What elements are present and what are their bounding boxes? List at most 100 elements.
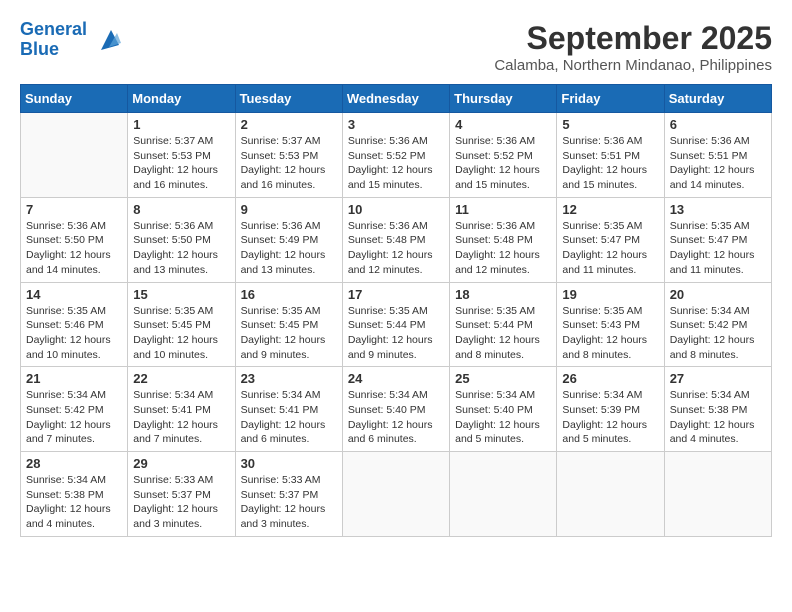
- day-info: Sunrise: 5:35 AMSunset: 5:43 PMDaylight:…: [562, 304, 658, 363]
- logo: General Blue: [20, 20, 121, 60]
- day-info: Sunrise: 5:34 AMSunset: 5:38 PMDaylight:…: [26, 473, 122, 532]
- weekday-header-row: SundayMondayTuesdayWednesdayThursdayFrid…: [21, 85, 772, 113]
- weekday-header: Wednesday: [342, 85, 449, 113]
- day-number: 5: [562, 117, 658, 132]
- calendar-cell: 11 Sunrise: 5:36 AMSunset: 5:48 PMDayligh…: [450, 197, 557, 282]
- calendar-cell: 13 Sunrise: 5:35 AMSunset: 5:47 PMDayligh…: [664, 197, 771, 282]
- calendar-cell: 23 Sunrise: 5:34 AMSunset: 5:41 PMDayligh…: [235, 367, 342, 452]
- calendar-cell: 18 Sunrise: 5:35 AMSunset: 5:44 PMDayligh…: [450, 282, 557, 367]
- day-info: Sunrise: 5:36 AMSunset: 5:52 PMDaylight:…: [455, 134, 551, 193]
- day-number: 3: [348, 117, 444, 132]
- day-number: 15: [133, 287, 229, 302]
- day-number: 1: [133, 117, 229, 132]
- weekday-header: Saturday: [664, 85, 771, 113]
- calendar-table: SundayMondayTuesdayWednesdayThursdayFrid…: [20, 84, 772, 537]
- weekday-header: Thursday: [450, 85, 557, 113]
- calendar-cell: 28 Sunrise: 5:34 AMSunset: 5:38 PMDayligh…: [21, 452, 128, 537]
- day-info: Sunrise: 5:35 AMSunset: 5:44 PMDaylight:…: [455, 304, 551, 363]
- weekday-header: Monday: [128, 85, 235, 113]
- title-area: September 2025 Calamba, Northern Mindana…: [494, 20, 772, 74]
- calendar-cell: 3 Sunrise: 5:36 AMSunset: 5:52 PMDaylight…: [342, 113, 449, 198]
- calendar-cell: 1 Sunrise: 5:37 AMSunset: 5:53 PMDaylight…: [128, 113, 235, 198]
- calendar-cell: 29Sunrise: 5:33 AMSunset: 5:37 PMDayligh…: [128, 452, 235, 537]
- calendar-cell: 20 Sunrise: 5:34 AMSunset: 5:42 PMDayligh…: [664, 282, 771, 367]
- logo-icon: [91, 25, 121, 55]
- calendar-cell: 22 Sunrise: 5:34 AMSunset: 5:41 PMDayligh…: [128, 367, 235, 452]
- weekday-header: Sunday: [21, 85, 128, 113]
- calendar-cell: [21, 113, 128, 198]
- day-info: Sunrise: 5:37 AMSunset: 5:53 PMDaylight:…: [133, 134, 229, 193]
- day-number: 23: [241, 371, 337, 386]
- day-number: 13: [670, 202, 766, 217]
- day-info: Sunrise: 5:35 AMSunset: 5:47 PMDaylight:…: [562, 219, 658, 278]
- calendar-cell: 8 Sunrise: 5:36 AMSunset: 5:50 PMDaylight…: [128, 197, 235, 282]
- calendar-cell: 9Sunrise: 5:36 AMSunset: 5:49 PMDaylight…: [235, 197, 342, 282]
- day-info: Sunrise: 5:33 AMSunset: 5:37 PMDaylight:…: [133, 473, 229, 532]
- day-number: 28: [26, 456, 122, 471]
- calendar-cell: 25Sunrise: 5:34 AMSunset: 5:40 PMDayligh…: [450, 367, 557, 452]
- calendar-cell: 24 Sunrise: 5:34 AMSunset: 5:40 PMDayligh…: [342, 367, 449, 452]
- day-number: 20: [670, 287, 766, 302]
- day-info: Sunrise: 5:35 AMSunset: 5:47 PMDaylight:…: [670, 219, 766, 278]
- week-row: 7Sunrise: 5:36 AMSunset: 5:50 PMDaylight…: [21, 197, 772, 282]
- day-number: 10: [348, 202, 444, 217]
- day-info: Sunrise: 5:34 AMSunset: 5:41 PMDaylight:…: [133, 388, 229, 447]
- calendar-cell: 17 Sunrise: 5:35 AMSunset: 5:44 PMDayligh…: [342, 282, 449, 367]
- day-info: Sunrise: 5:36 AMSunset: 5:52 PMDaylight:…: [348, 134, 444, 193]
- day-number: 22: [133, 371, 229, 386]
- weekday-header: Friday: [557, 85, 664, 113]
- calendar-cell: [557, 452, 664, 537]
- calendar-cell: 21 Sunrise: 5:34 AMSunset: 5:42 PMDayligh…: [21, 367, 128, 452]
- calendar-cell: 30Sunrise: 5:33 AMSunset: 5:37 PMDayligh…: [235, 452, 342, 537]
- logo-line1: General: [20, 19, 87, 39]
- month-title: September 2025: [494, 20, 772, 57]
- day-info: Sunrise: 5:34 AMSunset: 5:42 PMDaylight:…: [26, 388, 122, 447]
- day-number: 2: [241, 117, 337, 132]
- day-number: 11: [455, 202, 551, 217]
- day-number: 8: [133, 202, 229, 217]
- calendar-cell: 7Sunrise: 5:36 AMSunset: 5:50 PMDaylight…: [21, 197, 128, 282]
- day-number: 17: [348, 287, 444, 302]
- day-number: 4: [455, 117, 551, 132]
- day-info: Sunrise: 5:37 AMSunset: 5:53 PMDaylight:…: [241, 134, 337, 193]
- calendar-cell: 6Sunrise: 5:36 AMSunset: 5:51 PMDaylight…: [664, 113, 771, 198]
- day-info: Sunrise: 5:36 AMSunset: 5:51 PMDaylight:…: [670, 134, 766, 193]
- location-title: Calamba, Northern Mindanao, Philippines: [494, 57, 772, 74]
- day-info: Sunrise: 5:36 AMSunset: 5:48 PMDaylight:…: [455, 219, 551, 278]
- day-info: Sunrise: 5:36 AMSunset: 5:51 PMDaylight:…: [562, 134, 658, 193]
- header: General Blue September 2025 Calamba, Nor…: [20, 20, 772, 74]
- day-info: Sunrise: 5:36 AMSunset: 5:50 PMDaylight:…: [26, 219, 122, 278]
- day-number: 24: [348, 371, 444, 386]
- day-info: Sunrise: 5:35 AMSunset: 5:44 PMDaylight:…: [348, 304, 444, 363]
- day-info: Sunrise: 5:34 AMSunset: 5:42 PMDaylight:…: [670, 304, 766, 363]
- day-info: Sunrise: 5:35 AMSunset: 5:46 PMDaylight:…: [26, 304, 122, 363]
- calendar-cell: 16Sunrise: 5:35 AMSunset: 5:45 PMDayligh…: [235, 282, 342, 367]
- logo-line2: Blue: [20, 39, 59, 59]
- calendar-cell: 5 Sunrise: 5:36 AMSunset: 5:51 PMDaylight…: [557, 113, 664, 198]
- day-number: 25: [455, 371, 551, 386]
- day-info: Sunrise: 5:34 AMSunset: 5:41 PMDaylight:…: [241, 388, 337, 447]
- day-info: Sunrise: 5:36 AMSunset: 5:50 PMDaylight:…: [133, 219, 229, 278]
- calendar-cell: 19Sunrise: 5:35 AMSunset: 5:43 PMDayligh…: [557, 282, 664, 367]
- week-row: 1 Sunrise: 5:37 AMSunset: 5:53 PMDaylight…: [21, 113, 772, 198]
- day-info: Sunrise: 5:35 AMSunset: 5:45 PMDaylight:…: [241, 304, 337, 363]
- week-row: 21 Sunrise: 5:34 AMSunset: 5:42 PMDayligh…: [21, 367, 772, 452]
- day-number: 21: [26, 371, 122, 386]
- day-number: 9: [241, 202, 337, 217]
- calendar-cell: 2 Sunrise: 5:37 AMSunset: 5:53 PMDaylight…: [235, 113, 342, 198]
- day-info: Sunrise: 5:34 AMSunset: 5:39 PMDaylight:…: [562, 388, 658, 447]
- calendar-cell: 14 Sunrise: 5:35 AMSunset: 5:46 PMDayligh…: [21, 282, 128, 367]
- week-row: 14 Sunrise: 5:35 AMSunset: 5:46 PMDayligh…: [21, 282, 772, 367]
- day-info: Sunrise: 5:34 AMSunset: 5:38 PMDaylight:…: [670, 388, 766, 447]
- weekday-header: Tuesday: [235, 85, 342, 113]
- calendar-cell: [450, 452, 557, 537]
- calendar-cell: [664, 452, 771, 537]
- day-number: 18: [455, 287, 551, 302]
- calendar-cell: [342, 452, 449, 537]
- calendar-cell: 4 Sunrise: 5:36 AMSunset: 5:52 PMDaylight…: [450, 113, 557, 198]
- day-number: 14: [26, 287, 122, 302]
- week-row: 28 Sunrise: 5:34 AMSunset: 5:38 PMDayligh…: [21, 452, 772, 537]
- calendar-cell: 26 Sunrise: 5:34 AMSunset: 5:39 PMDayligh…: [557, 367, 664, 452]
- day-number: 26: [562, 371, 658, 386]
- day-info: Sunrise: 5:34 AMSunset: 5:40 PMDaylight:…: [348, 388, 444, 447]
